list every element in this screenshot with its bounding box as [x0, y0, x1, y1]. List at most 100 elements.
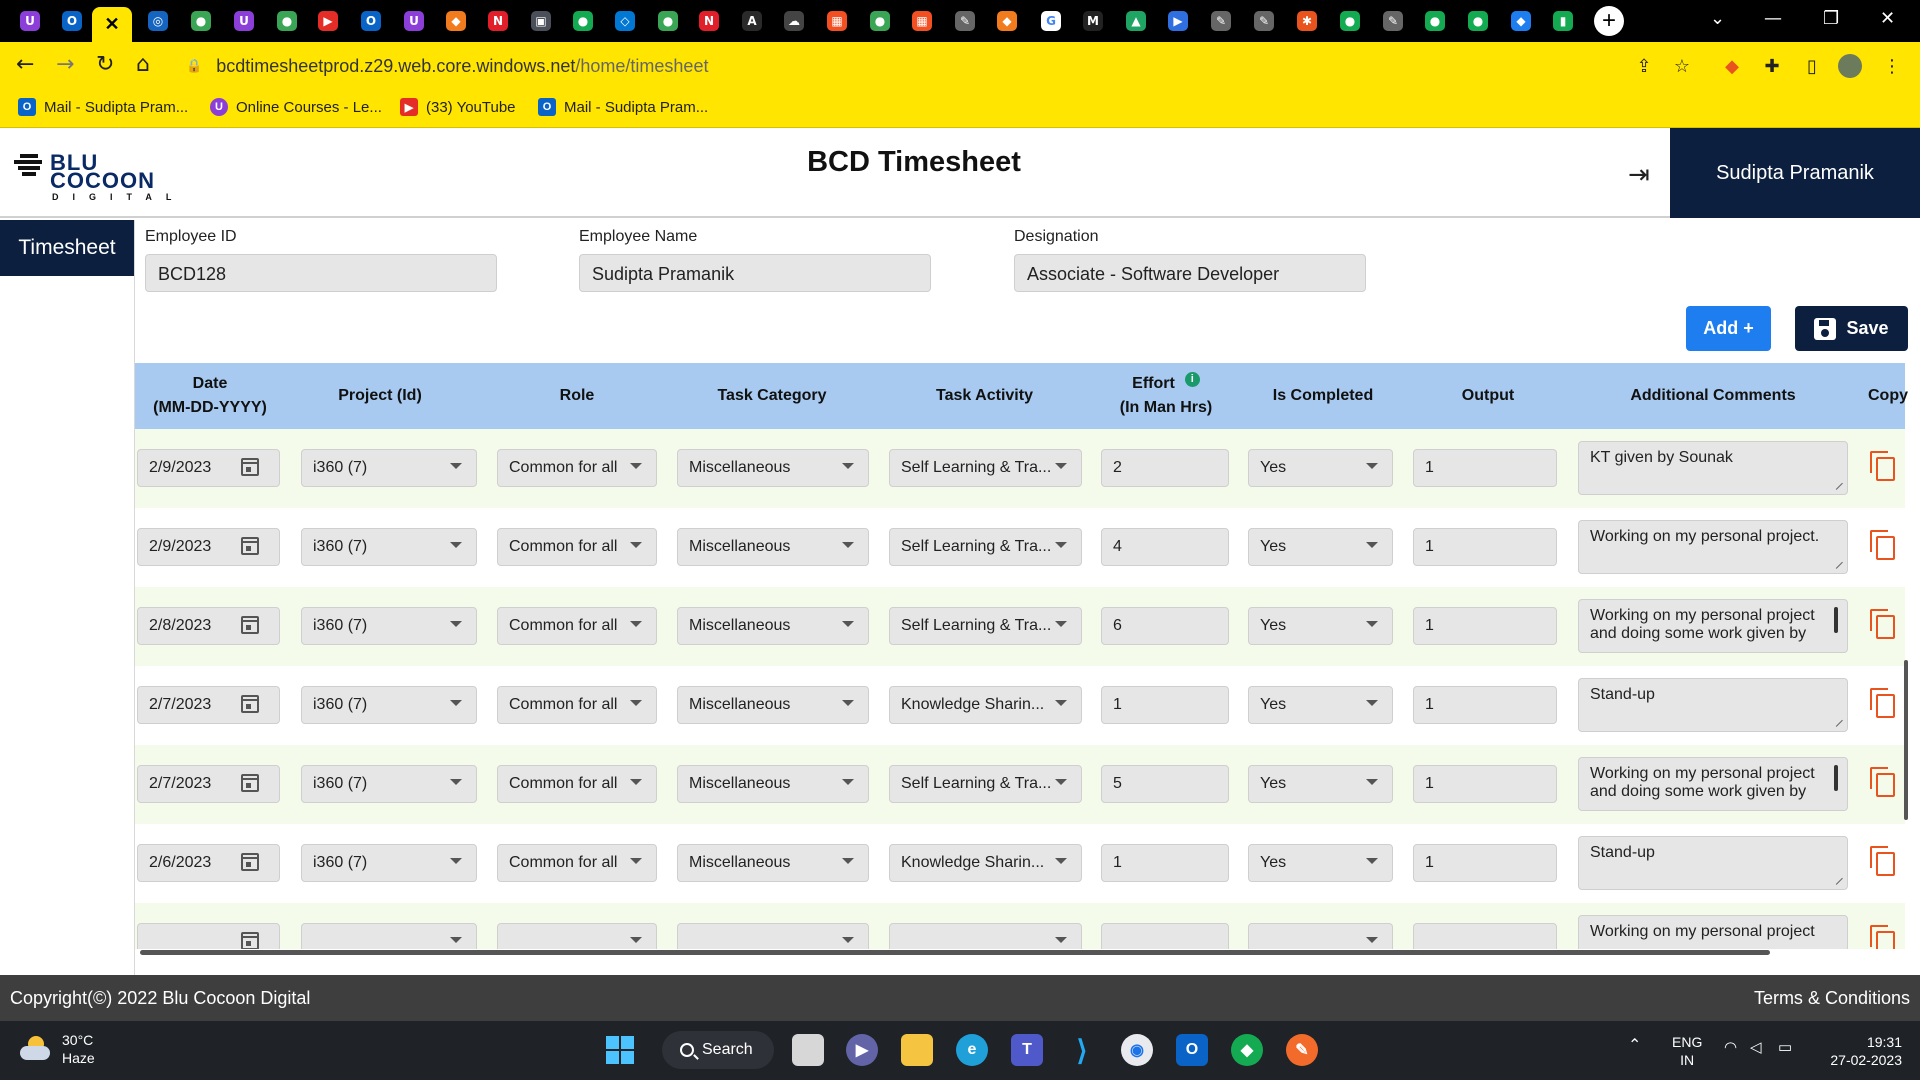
url-input[interactable]: 🔒 bcdtimesheetprod.z29.web.core.windows.… — [176, 48, 1676, 84]
browser-tab[interactable]: G — [1036, 7, 1066, 35]
effort-input[interactable]: 5 — [1101, 765, 1229, 803]
mongodb-compass-icon[interactable]: ◆ — [1231, 1034, 1263, 1066]
copy-icon[interactable] — [1870, 609, 1896, 639]
browser-tab[interactable]: N — [694, 7, 724, 35]
category-dropdown[interactable]: Miscellaneous — [677, 765, 869, 803]
browser-tab[interactable]: ● — [186, 7, 216, 35]
role-dropdown[interactable]: Common for all — [497, 528, 657, 566]
date-date-input[interactable]: 2/6/2023 — [137, 844, 280, 882]
calendar-icon[interactable] — [241, 695, 259, 713]
bookmark-star-icon[interactable]: ☆ — [1670, 54, 1694, 78]
project-dropdown[interactable]: i360 (7) — [301, 686, 477, 724]
browser-tab[interactable]: ✕ — [92, 7, 132, 42]
calendar-icon[interactable] — [241, 932, 259, 949]
designation-input[interactable]: Associate - Software Developer — [1014, 254, 1366, 292]
resize-handle-icon[interactable] — [1830, 556, 1843, 569]
output-input[interactable]: 1 — [1413, 528, 1557, 566]
browser-tab[interactable]: ◎ — [143, 7, 173, 35]
role-dropdown[interactable] — [497, 923, 657, 949]
project-dropdown[interactable]: i360 (7) — [301, 844, 477, 882]
date-date-input[interactable]: 2/9/2023 — [137, 528, 280, 566]
wifi-icon[interactable]: ◠ — [1724, 1039, 1737, 1057]
activity-dropdown[interactable] — [889, 923, 1082, 949]
taskbar-search[interactable]: Search — [662, 1031, 774, 1069]
additional-comments-textarea[interactable]: Working on my personal project — [1578, 915, 1848, 949]
project-dropdown[interactable]: i360 (7) — [301, 765, 477, 803]
browser-tab[interactable]: ● — [1420, 7, 1450, 35]
date-date-input[interactable] — [137, 923, 280, 949]
terms-link[interactable]: Terms & Conditions — [1754, 988, 1910, 1009]
role-dropdown[interactable]: Common for all — [497, 607, 657, 645]
battery-icon[interactable]: ▭ — [1778, 1039, 1792, 1057]
share-icon[interactable]: ⇪ — [1632, 54, 1656, 78]
category-dropdown[interactable]: Miscellaneous — [677, 844, 869, 882]
browser-tab[interactable]: N — [483, 7, 513, 35]
browser-tab[interactable]: ● — [568, 7, 598, 35]
activity-dropdown[interactable]: Self Learning & Tra... — [889, 528, 1082, 566]
date-date-input[interactable]: 2/9/2023 — [137, 449, 280, 487]
textarea-scrollbar[interactable] — [1834, 765, 1838, 791]
role-dropdown[interactable]: Common for all — [497, 686, 657, 724]
browser-tab[interactable]: ◇ — [610, 7, 640, 35]
weather-widget[interactable]: 30°C Haze — [20, 1031, 95, 1067]
windows-start-icon[interactable] — [604, 1034, 636, 1066]
output-input[interactable]: 1 — [1413, 844, 1557, 882]
browser-tab[interactable]: ▶ — [313, 7, 343, 35]
outlook-icon[interactable]: O — [1176, 1034, 1208, 1066]
output-input[interactable]: 1 — [1413, 607, 1557, 645]
browser-tab[interactable]: ✎ — [1378, 7, 1408, 35]
resize-handle-icon[interactable] — [1830, 714, 1843, 727]
effort-input[interactable]: 4 — [1101, 528, 1229, 566]
browser-tab[interactable]: ● — [1335, 7, 1365, 35]
new-tab-button[interactable]: + — [1594, 6, 1624, 36]
calendar-icon[interactable] — [241, 853, 259, 871]
additional-comments-textarea[interactable]: Working on my personal project. — [1578, 520, 1848, 574]
effort-input[interactable]: 6 — [1101, 607, 1229, 645]
copy-icon[interactable] — [1870, 846, 1896, 876]
additional-comments-textarea[interactable]: Stand-up — [1578, 836, 1848, 890]
project-dropdown[interactable]: i360 (7) — [301, 449, 477, 487]
minimize-icon[interactable]: — — [1764, 8, 1782, 29]
browser-tab[interactable]: O — [57, 7, 87, 35]
effort-input[interactable]: 1 — [1101, 844, 1229, 882]
additional-comments-textarea[interactable]: Stand-up — [1578, 678, 1848, 732]
close-window-icon[interactable]: ✕ — [1880, 8, 1895, 29]
effort-input[interactable] — [1101, 923, 1229, 949]
file-explorer-icon[interactable] — [901, 1034, 933, 1066]
activity-dropdown[interactable]: Self Learning & Tra... — [889, 449, 1082, 487]
role-dropdown[interactable]: Common for all — [497, 449, 657, 487]
browser-tab[interactable]: ● — [272, 7, 302, 35]
bookmark-item[interactable]: O Mail - Sudipta Pram... — [18, 98, 188, 116]
completed-dropdown[interactable]: Yes — [1248, 844, 1393, 882]
date-date-input[interactable]: 2/7/2023 — [137, 686, 280, 724]
browser-tab[interactable]: A — [737, 7, 767, 35]
activity-dropdown[interactable]: Knowledge Sharin... — [889, 844, 1082, 882]
resize-handle-icon[interactable] — [1830, 477, 1843, 490]
browser-tab[interactable]: ◆ — [1506, 7, 1536, 35]
completed-dropdown[interactable]: Yes — [1248, 607, 1393, 645]
browser-tab[interactable]: M — [1078, 7, 1108, 35]
effort-input[interactable]: 2 — [1101, 449, 1229, 487]
show-hidden-icons-icon[interactable]: ⌃ — [1628, 1037, 1641, 1055]
vertical-scrollbar[interactable] — [1904, 660, 1908, 820]
brave-shield-icon[interactable]: ◆ — [1720, 54, 1744, 78]
browser-tab[interactable]: ▮ — [1548, 7, 1578, 35]
browser-tab[interactable]: U — [15, 7, 45, 35]
browser-tab[interactable]: O — [356, 7, 386, 35]
volume-icon[interactable]: ◁ — [1750, 1039, 1762, 1057]
additional-comments-textarea[interactable]: Working on my personal project and doing… — [1578, 757, 1848, 811]
back-icon[interactable]: ← — [16, 52, 34, 77]
additional-comments-textarea[interactable]: Working on my personal project and doing… — [1578, 599, 1848, 653]
bookmark-item[interactable]: ▶ (33) YouTube — [400, 98, 516, 116]
browser-tab[interactable]: U — [229, 7, 259, 35]
output-input[interactable]: 1 — [1413, 449, 1557, 487]
additional-comments-textarea[interactable]: KT given by Sounak — [1578, 441, 1848, 495]
project-dropdown[interactable] — [301, 923, 477, 949]
browser-tab[interactable]: ● — [865, 7, 895, 35]
browser-tab[interactable]: ▦ — [907, 7, 937, 35]
browser-tab[interactable]: U — [399, 7, 429, 35]
output-input[interactable] — [1413, 923, 1557, 949]
employee-name-input[interactable]: Sudipta Pramanik — [579, 254, 931, 292]
completed-dropdown[interactable]: Yes — [1248, 528, 1393, 566]
completed-dropdown[interactable]: Yes — [1248, 765, 1393, 803]
